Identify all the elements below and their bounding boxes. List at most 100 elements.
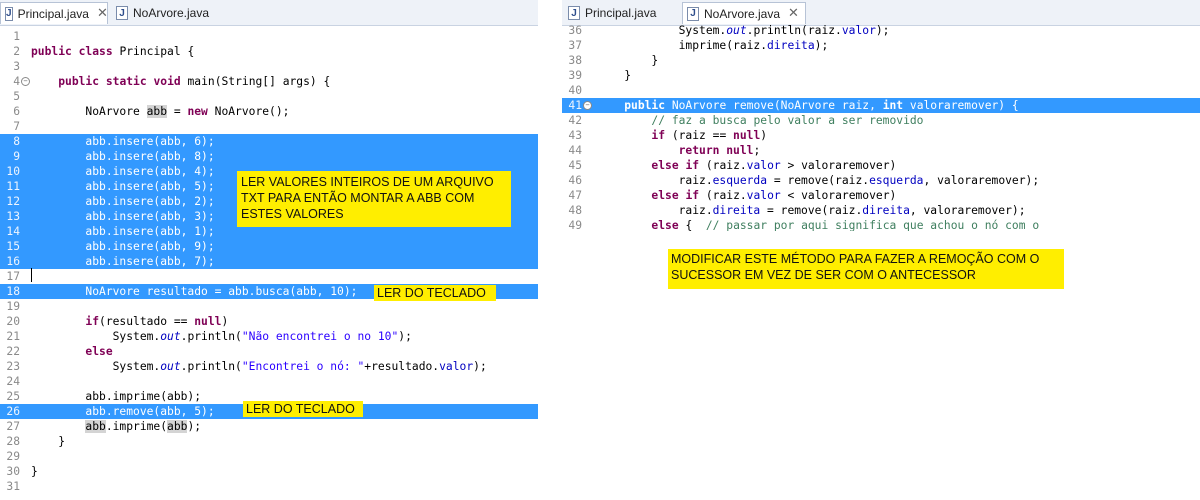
line-number: 18 xyxy=(6,285,20,298)
line-number: 3 xyxy=(13,60,20,73)
code-line[interactable]: 40 xyxy=(562,83,1200,98)
tab-label: NoArvore.java xyxy=(133,6,210,20)
line-number: 4 xyxy=(13,75,20,88)
code-line[interactable]: 1 xyxy=(0,29,538,44)
code-text: // faz a busca pelo valor a ser removido xyxy=(651,114,924,127)
code-line[interactable]: 48 raiz.direita = remove(raiz.direita, v… xyxy=(562,203,1200,218)
code-line[interactable]: 47 else if (raiz.valor < valoraremover) xyxy=(562,188,1200,203)
code-line[interactable]: 4− public static void main(String[] args… xyxy=(0,74,538,89)
line-number: 40 xyxy=(568,84,582,97)
code-text: else if (raiz.valor > valoraremover) xyxy=(651,159,897,172)
code-text: } xyxy=(31,435,66,448)
line-number: 41 xyxy=(568,99,582,112)
code-line[interactable]: 16 abb.insere(abb, 7); xyxy=(0,254,538,269)
code-line[interactable]: 23 System.out.println("Encontrei o nó: "… xyxy=(0,359,538,374)
left-editor-pane: J Principal.java ✕ J NoArvore.java 1 2 pub… xyxy=(0,0,538,500)
code-text: NoArvore resultado = abb.busca(abb, 10); xyxy=(31,285,358,298)
code-text: else xyxy=(85,345,113,358)
code-text: raiz.direita = remove(raiz.direita, valo… xyxy=(597,204,1026,217)
line-number: 14 xyxy=(6,225,20,238)
code-text: abb.insere(abb, 9); xyxy=(31,240,215,253)
code-line[interactable]: 42 // faz a busca pelo valor a ser remov… xyxy=(562,113,1200,128)
code-line[interactable]: 8 abb.insere(abb, 6); xyxy=(0,134,538,149)
code-text: abb.imprime(abb); xyxy=(31,390,202,403)
line-number: 12 xyxy=(6,195,20,208)
code-line[interactable]: 43 if (raiz == null) xyxy=(562,128,1200,143)
code-line[interactable]: 31 xyxy=(0,479,538,494)
line-number: 43 xyxy=(568,129,582,142)
fold-toggle-icon[interactable]: − xyxy=(21,77,30,86)
code-text: public class Principal { xyxy=(31,45,195,58)
code-line[interactable]: 2 public class Principal { xyxy=(0,44,538,59)
code-line[interactable]: 30} xyxy=(0,464,538,479)
close-icon[interactable]: ✕ xyxy=(97,6,108,21)
code-editor[interactable]: 36 System.out.println(raiz.valor); 37 imp… xyxy=(562,23,1200,231)
code-text: public static void main(String[] args) { xyxy=(58,75,331,88)
code-line[interactable]: 29 xyxy=(0,449,538,464)
code-line[interactable]: 7 xyxy=(0,119,538,134)
code-text: else { // passar por aqui significa que … xyxy=(651,219,1040,231)
code-line[interactable]: 17 xyxy=(0,269,538,284)
code-line[interactable]: 15 abb.insere(abb, 9); xyxy=(0,239,538,254)
code-line[interactable]: 24 xyxy=(0,374,538,389)
code-editor[interactable]: 1 2 public class Principal {3 4− public sta… xyxy=(0,26,538,500)
line-number: 15 xyxy=(6,240,20,253)
code-line[interactable]: 19 xyxy=(0,299,538,314)
line-number: 10 xyxy=(6,165,20,178)
line-number: 38 xyxy=(568,54,582,67)
tab-noarvore-java[interactable]: J NoArvore.java ✕ xyxy=(682,2,806,24)
code-text: abb.imprime(abb); xyxy=(85,420,202,433)
code-text: abb.insere(abb, 6); xyxy=(31,135,215,148)
code-line[interactable]: 5 xyxy=(0,89,538,104)
tab-principal-java[interactable]: J Principal.java ✕ xyxy=(0,2,108,24)
java-file-icon: J xyxy=(5,6,13,21)
line-number: 36 xyxy=(568,24,582,37)
code-line[interactable]: 3 xyxy=(0,59,538,74)
line-number: 23 xyxy=(6,360,20,373)
annotation-note: LER VALORES INTEIROS DE UM ARQUIVO TXT P… xyxy=(237,171,511,227)
tab-label: Principal.java xyxy=(17,6,89,21)
code-line[interactable]: 41− public NoArvore remove(NoArvore raiz… xyxy=(562,98,1200,113)
java-file-icon: J xyxy=(687,6,699,21)
tab-noarvore-java[interactable]: J NoArvore.java xyxy=(112,2,222,24)
code-line[interactable]: 38 } xyxy=(562,53,1200,68)
annotation-note: LER DO TECLADO xyxy=(243,401,363,417)
code-line[interactable]: 20 if(resultado == null) xyxy=(0,314,538,329)
code-line[interactable]: 49 else { // passar por aqui significa q… xyxy=(562,218,1200,231)
line-number: 48 xyxy=(568,204,582,217)
line-number: 24 xyxy=(6,375,20,388)
code-line[interactable]: 21 System.out.println("Não encontrei o n… xyxy=(0,329,538,344)
code-line[interactable]: 22 else xyxy=(0,344,538,359)
code-text: } xyxy=(31,465,38,478)
code-text: abb.remove(abb, 5); xyxy=(31,405,215,418)
code-line[interactable]: 36 System.out.println(raiz.valor); xyxy=(562,23,1200,38)
code-line[interactable]: 39 } xyxy=(562,68,1200,83)
line-number: 20 xyxy=(6,315,20,328)
code-line[interactable]: 28 } xyxy=(0,434,538,449)
tab-label: NoArvore.java xyxy=(704,6,781,21)
code-line[interactable]: 27 abb.imprime(abb); xyxy=(0,419,538,434)
code-line[interactable]: 9 abb.insere(abb, 8); xyxy=(0,149,538,164)
line-number: 17 xyxy=(6,270,20,283)
code-text: if (raiz == null) xyxy=(651,129,768,142)
line-number: 37 xyxy=(568,39,582,52)
code-text: NoArvore abb = new NoArvore(); xyxy=(31,105,290,118)
line-number: 45 xyxy=(568,159,582,172)
tab-principal-java[interactable]: J Principal.java xyxy=(564,2,672,24)
fold-toggle-icon[interactable]: − xyxy=(583,101,592,110)
tab-label: Principal.java xyxy=(585,6,657,20)
code-text: abb.insere(abb, 5); xyxy=(31,180,215,193)
line-number: 8 xyxy=(13,135,20,148)
code-text: abb.insere(abb, 1); xyxy=(31,225,215,238)
code-line[interactable]: 37 imprime(raiz.direita); xyxy=(562,38,1200,53)
code-line[interactable]: 44 return null; xyxy=(562,143,1200,158)
code-text: raiz.esquerda = remove(raiz.esquerda, va… xyxy=(597,174,1040,187)
code-line[interactable]: 46 raiz.esquerda = remove(raiz.esquerda,… xyxy=(562,173,1200,188)
code-line[interactable]: 6 NoArvore abb = new NoArvore(); xyxy=(0,104,538,119)
close-icon[interactable]: ✕ xyxy=(788,6,799,21)
code-text: abb.insere(abb, 7); xyxy=(31,255,215,268)
code-line[interactable]: 45 else if (raiz.valor > valoraremover) xyxy=(562,158,1200,173)
code-text: } xyxy=(597,54,659,67)
line-number: 44 xyxy=(568,144,582,157)
left-tab-bar: J Principal.java ✕ J NoArvore.java xyxy=(0,0,538,26)
